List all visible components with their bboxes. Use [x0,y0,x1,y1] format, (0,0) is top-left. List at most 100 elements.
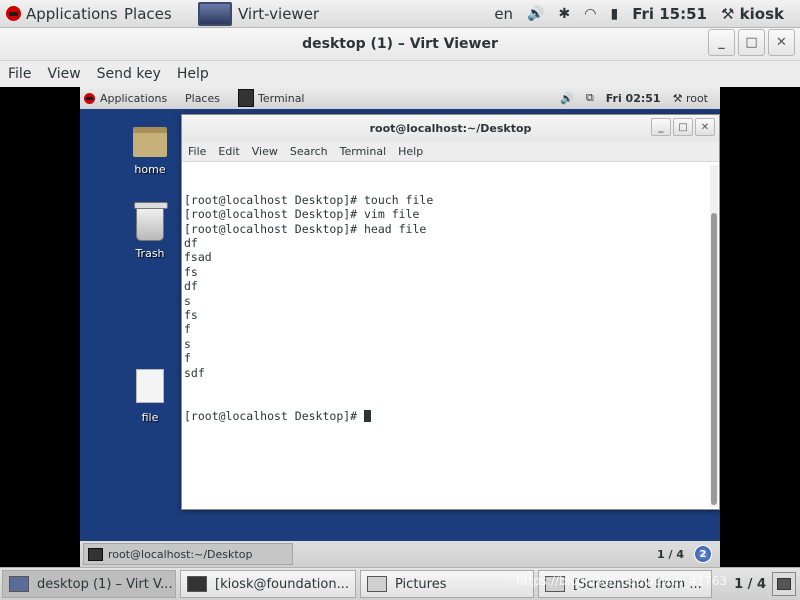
guest-taskbar-terminal[interactable]: root@localhost:~/Desktop [83,543,293,565]
guest-applications-label: Applications [100,91,168,105]
terminal-line: f [184,351,191,366]
terminal-line: sdf [184,365,205,380]
host-task-screenshot-label: [Screenshot from ... [573,576,702,592]
desktop-icon-trash-label: Trash [135,247,165,260]
language-indicator[interactable]: en [494,5,513,23]
terminal-line: s [184,293,191,308]
viewer-close-button[interactable]: ✕ [768,29,795,56]
host-task-terminal-label: [kiosk@foundation... [215,576,349,592]
guest-user-icon: ⚒ [672,91,683,105]
host-top-panel: Applications Places Virt-viewer en 🔊 ✱ ◠… [0,0,800,28]
viewer-menubar: File View Send key Help [0,61,800,87]
volume-icon[interactable]: 🔊 [527,6,544,22]
viewer-menu-help[interactable]: Help [177,66,209,82]
battery-icon[interactable]: ▮ [610,6,618,22]
terminal-close-button[interactable]: ✕ [695,118,715,136]
host-task-virt-viewer-label: desktop (1) – Virt V... [37,576,173,592]
terminal-line: [root@localhost Desktop]# touch file [184,192,434,207]
viewer-menu-send-key[interactable]: Send key [97,66,161,82]
viewer-titlebar: desktop (1) – Virt Viewer _ □ ✕ [0,28,800,61]
redhat-logo-icon [6,6,21,21]
guest-taskbar-terminal-icon [88,547,103,561]
guest-taskbar-terminal-label: root@localhost:~/Desktop [108,547,253,561]
host-applications-label: Applications [26,4,118,23]
viewer-menu-file[interactable]: File [8,66,31,82]
guest-applications-menu[interactable]: Applications [80,92,185,105]
terminal-menu-search[interactable]: Search [290,145,328,158]
terminal-line: fsad [184,250,212,265]
terminal-menu-help[interactable]: Help [398,145,423,158]
wifi-icon[interactable]: ◠ [584,6,596,22]
home-folder-icon [133,127,167,157]
terminal-line: fs [184,308,198,323]
guest-bottom-panel: root@localhost:~/Desktop 1 / 4 2 [80,541,720,567]
desktop-icon-trash[interactable]: Trash [120,202,180,260]
terminal-menu-file[interactable]: File [188,145,206,158]
terminal-line: fs [184,264,198,279]
terminal-line: df [184,236,198,251]
host-task-terminal-icon [187,576,207,592]
host-user-icon: ⚒ [720,4,735,23]
terminal-scrollbar-thumb[interactable] [711,213,717,505]
guest-volume-icon[interactable]: 🔊 [560,92,574,105]
host-task-pictures[interactable]: Pictures [360,570,534,598]
guest-network-icon[interactable]: ⧉ [586,91,594,105]
host-task-screenshot[interactable]: [Screenshot from ... [538,570,712,598]
host-workspace-indicator[interactable]: 1 / 4 [734,577,766,592]
terminal-scrollbar[interactable] [710,165,718,507]
host-applications-menu[interactable]: Applications [0,5,124,23]
desktop-icon-file-label: file [141,411,159,424]
host-user-menu[interactable]: ⚒ kiosk [721,5,784,23]
terminal-prompt: [root@localhost Desktop]# [184,408,365,423]
terminal-titlebar[interactable]: root@localhost:~/Desktop _ □ ✕ [182,115,719,142]
terminal-minimize-button[interactable]: _ [651,118,671,136]
host-bottom-taskbar: desktop (1) – Virt V... [kiosk@foundatio… [0,567,800,600]
host-places-menu[interactable]: Places [124,5,184,23]
host-workspace-switcher[interactable] [772,572,796,596]
terminal-line: f [184,322,191,337]
terminal-title: root@localhost:~/Desktop [369,122,532,135]
guest-terminal-icon [238,89,254,107]
host-clock[interactable]: Fri 15:51 [632,5,707,23]
terminal-menubar: File Edit View Search Terminal Help [182,142,719,162]
viewer-maximize-button[interactable]: □ [738,29,765,56]
guest-user-menu[interactable]: ⚒ root [673,92,708,105]
terminal-cursor [364,409,372,422]
guest-places-menu[interactable]: Places [185,92,233,105]
desktop-icon-home-label: home [134,163,166,176]
file-icon [136,369,164,403]
guest-active-app[interactable]: Terminal [238,89,305,107]
terminal-menu-terminal[interactable]: Terminal [340,145,387,158]
guest-clock[interactable]: Fri 02:51 [606,92,661,105]
terminal-line: s [184,336,191,351]
terminal-prompt-line[interactable]: [root@localhost Desktop]# [184,409,707,423]
host-active-app[interactable]: Virt-viewer [198,1,320,26]
desktop-icon-home[interactable]: home [120,127,180,176]
terminal-line: [root@localhost Desktop]# head file [184,221,427,236]
host-task-screenshot-icon [545,576,565,592]
bluetooth-icon[interactable]: ✱ [559,6,571,22]
host-task-pictures-label: Pictures [395,576,447,592]
host-task-terminal[interactable]: [kiosk@foundation... [180,570,356,598]
terminal-window[interactable]: root@localhost:~/Desktop _ □ ✕ File Edit… [181,114,720,510]
host-task-virt-viewer[interactable]: desktop (1) – Virt V... [2,570,176,598]
terminal-line: [root@localhost Desktop]# vim file [184,207,420,222]
terminal-menu-edit[interactable]: Edit [218,145,239,158]
terminal-line: df [184,279,198,294]
host-user-label: kiosk [739,4,784,23]
desktop-icon-file[interactable]: file [120,369,180,424]
host-task-pictures-icon [367,576,387,592]
trash-icon [134,202,168,241]
guest-top-panel: Applications Places Terminal 🔊 ⧉ Fri 02:… [80,87,720,109]
guest-redhat-logo-icon [84,92,95,104]
terminal-maximize-button[interactable]: □ [673,118,693,136]
guest-display[interactable]: Applications Places Terminal 🔊 ⧉ Fri 02:… [80,87,720,567]
viewer-minimize-button[interactable]: _ [708,29,735,56]
terminal-output[interactable]: [root@localhost Desktop]# touch file [roo… [182,163,709,509]
terminal-menu-view[interactable]: View [252,145,278,158]
guest-workspace-indicator[interactable]: 1 / 4 [657,548,684,561]
guest-active-app-label: Terminal [258,91,305,105]
guest-workspace-button[interactable]: 2 [694,545,712,563]
viewer-menu-view[interactable]: View [47,66,80,82]
host-active-app-label: Virt-viewer [238,4,320,23]
